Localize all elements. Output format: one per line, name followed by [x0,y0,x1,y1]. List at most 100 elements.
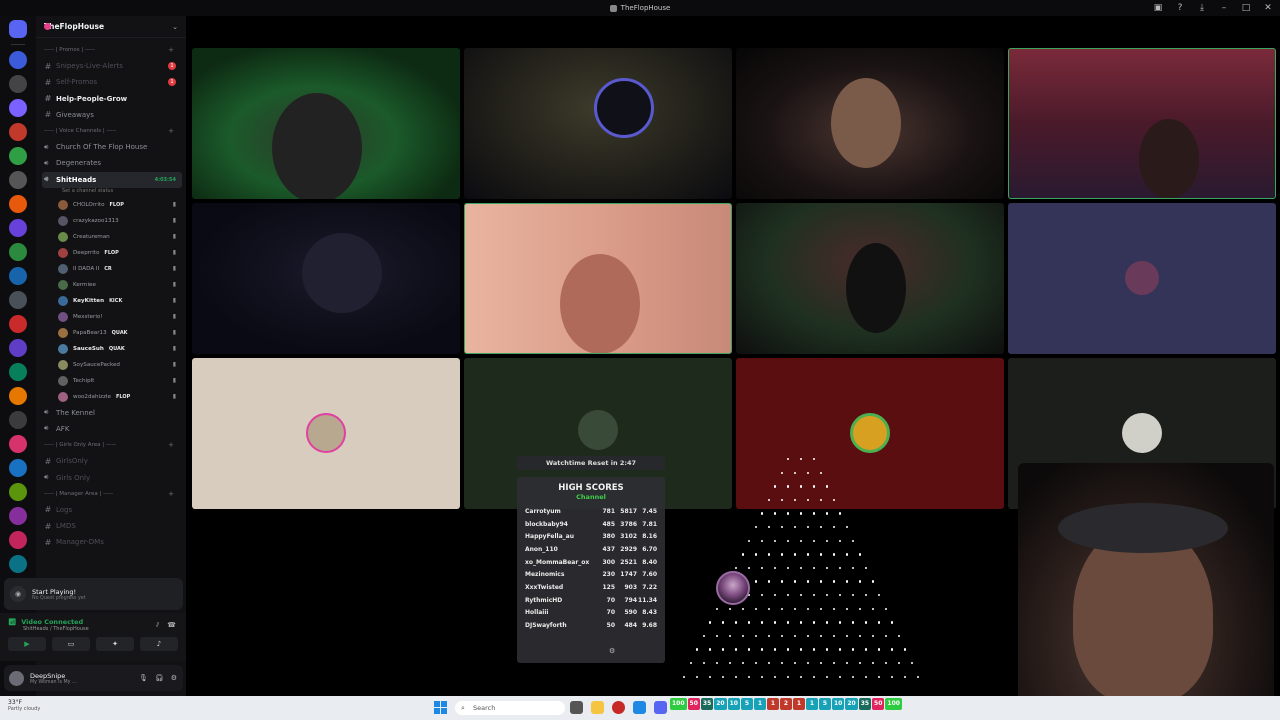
voice-member[interactable]: KeyKitten KICK ▮ [42,293,182,309]
voice-member[interactable]: PapaBear13 QUAK ▮ [42,325,182,341]
soundboard-button[interactable]: ♪ [140,637,178,651]
inbox-icon[interactable]: ▣ [1152,2,1164,14]
text-channel[interactable]: # Manager-DMs [42,534,182,550]
channel-status[interactable]: Set a channel status [42,188,182,197]
channel-category[interactable]: ----- | Voice Channels | ----- + [42,123,182,139]
score-cell: 9.68 [642,622,657,630]
voice-member[interactable]: SoySaucePacked ▮ [42,357,182,373]
task-view-icon[interactable] [570,701,583,714]
add-channel-icon[interactable]: + [168,127,174,135]
video-tile[interactable] [192,203,460,354]
server-icon[interactable] [9,291,27,309]
noise-suppression-icon[interactable]: ⫽ [156,621,159,630]
headphones-icon[interactable]: 🎧︎ [155,674,164,682]
download-icon[interactable]: ⤓ [1196,2,1208,14]
server-icon[interactable] [9,483,27,501]
voice-member[interactable]: Creatureman ▮ [42,229,182,245]
server-icon[interactable] [9,171,27,189]
video-tile[interactable] [192,48,460,199]
text-channel[interactable]: # GirlsOnly [42,453,182,469]
record-app-icon[interactable] [612,701,625,714]
text-channel[interactable]: # LMDS [42,518,182,534]
server-icon[interactable] [9,387,27,405]
voice-member[interactable]: Kermiee ▮ [42,277,182,293]
server-icon[interactable] [9,195,27,213]
video-tile[interactable] [1008,48,1276,199]
text-channel[interactable]: # Giveaways [42,107,182,123]
server-icon[interactable] [9,219,27,237]
channel-label: Girls Only [56,473,91,482]
server-icon[interactable] [9,435,27,453]
voice-channel[interactable]: 🔊︎ ShitHeads 4:03:54 [42,171,182,188]
voice-member[interactable]: woo2dahizzle FLOP ▮ [42,389,182,405]
voice-channel[interactable]: 🔊︎ Church Of The Flop House [42,139,182,155]
voice-member[interactable]: CHOLOrrito FLOP ▮ [42,197,182,213]
voice-member[interactable]: II DADA II CR ▮ [42,261,182,277]
avatar[interactable] [9,670,24,686]
server-header[interactable]: TheFlopHouse ⌄ [36,16,186,38]
server-icon[interactable] [9,459,27,477]
disconnect-icon[interactable]: ☎ [167,621,176,630]
weather-widget[interactable]: 33°F Partly cloudy [8,699,40,712]
text-channel[interactable]: # Self-Promos 1 [42,74,182,90]
voice-member[interactable]: crazykazoo1313 ▮ [42,213,182,229]
voice-location[interactable]: ShitHeads / TheFlopHouse [8,626,178,632]
server-icon[interactable] [9,51,27,69]
channel-category[interactable]: ----- | Manager Area | ----- + [42,486,182,502]
maximize-button[interactable]: □ [1240,2,1252,14]
server-icon[interactable] [9,267,27,285]
server-icon[interactable] [9,123,27,141]
text-channel[interactable]: # Help-People-Grow [42,91,182,107]
help-icon[interactable]: ? [1174,2,1186,14]
file-explorer-icon[interactable] [591,701,604,714]
server-icon[interactable] [9,507,27,525]
activities-button[interactable]: ✦ [96,637,134,651]
voice-member[interactable]: SauceSuh QUAK ▮ [42,341,182,357]
windows-start-icon[interactable] [434,701,447,714]
server-icon[interactable] [9,75,27,93]
video-tile[interactable] [736,48,1004,199]
add-channel-icon[interactable]: + [168,46,174,54]
channel-category[interactable]: ----- | Promos | ----- + [42,42,182,58]
add-channel-icon[interactable]: + [168,441,174,449]
video-tile[interactable] [192,358,460,509]
close-button[interactable]: ✕ [1262,2,1274,14]
video-tile[interactable] [464,48,732,199]
channel-category[interactable]: ----- | Girls Only Area | ----- + [42,437,182,453]
server-icon[interactable] [9,147,27,165]
server-icon[interactable] [9,99,27,117]
quest-card[interactable]: ◉ Start Playing! No Quest progress yet [4,578,183,610]
server-icon[interactable] [9,411,27,429]
photos-app-icon[interactable] [633,701,646,714]
video-tile[interactable] [736,203,1004,354]
voice-member[interactable]: Deeprrito FLOP ▮ [42,245,182,261]
text-channel[interactable]: # Logs [42,502,182,518]
voice-channel[interactable]: 🔊︎ Girls Only [42,469,182,485]
server-icon[interactable] [9,363,27,381]
server-icon[interactable] [9,531,27,549]
microphone-icon[interactable]: 🎙︎ [139,674,148,682]
server-icon[interactable] [9,243,27,261]
home-icon[interactable] [9,20,27,38]
server-icon[interactable] [9,315,27,333]
voice-channel[interactable]: 🔊︎ Degenerates [42,155,182,171]
voice-channel[interactable]: 🔊︎ AFK [42,421,182,437]
video-tile[interactable] [464,203,732,354]
text-channel[interactable]: # Snipeys-Live-Alerts 1 [42,58,182,74]
chevron-down-icon[interactable]: ⌄ [172,23,178,31]
video-tile[interactable] [1008,203,1276,354]
minimize-button[interactable]: – [1218,2,1230,14]
add-channel-icon[interactable]: + [168,490,174,498]
voice-member[interactable]: Mexsterio! ▮ [42,309,182,325]
camera-button[interactable]: ▶ [8,637,46,651]
server-icon[interactable] [9,339,27,357]
gear-icon[interactable]: ⚙ [171,674,177,682]
voice-member[interactable]: Techiplt ▮ [42,373,182,389]
screen-share-button[interactable]: ▭ [52,637,90,651]
server-icon[interactable] [9,555,27,573]
voice-channel[interactable]: 🔊︎ The Kennel [42,405,182,421]
gear-icon[interactable]: ⚙ [609,647,615,655]
voice-status[interactable]: Video Connected [21,618,83,626]
discord-taskbar-icon[interactable] [654,701,667,714]
taskbar-search[interactable]: ⌕ Search [455,701,565,715]
